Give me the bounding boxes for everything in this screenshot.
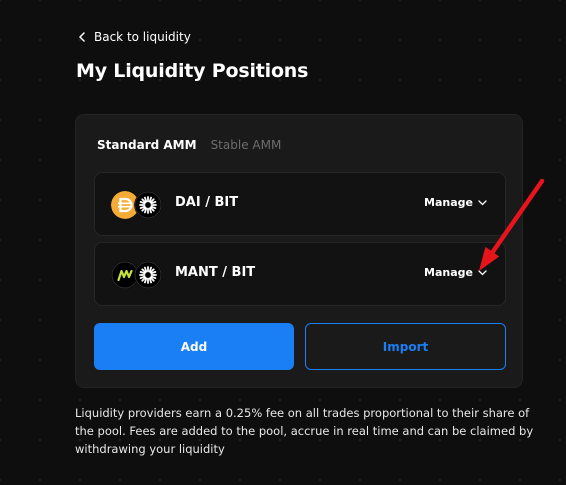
liquidity-fee-info: Liquidity providers earn a 0.25% fee on … — [75, 406, 534, 456]
tab-standard-amm[interactable]: Standard AMM — [97, 138, 197, 152]
tab-stable-amm[interactable]: Stable AMM — [211, 138, 282, 152]
token-pair-icons — [111, 191, 163, 219]
bit-icon — [134, 191, 162, 219]
manage-label: Manage — [424, 266, 473, 279]
add-button[interactable]: Add — [94, 323, 294, 370]
manage-label: Manage — [424, 196, 473, 209]
position-row-dai-bit: DAI / BIT Manage — [94, 172, 506, 236]
token-pair-icons — [111, 261, 163, 289]
manage-button[interactable]: Manage — [424, 196, 487, 209]
import-button[interactable]: Import — [305, 323, 506, 370]
chevron-left-icon — [79, 32, 85, 42]
pair-label: DAI / BIT — [175, 195, 239, 210]
liquidity-card: Standard AMM Stable AMM DAI / BIT Manage… — [75, 114, 523, 388]
manage-button[interactable]: Manage — [424, 266, 487, 279]
back-link-label: Back to liquidity — [94, 30, 191, 44]
bit-icon — [134, 261, 162, 289]
back-to-liquidity-link[interactable]: Back to liquidity — [79, 29, 191, 45]
amm-tabs: Standard AMM Stable AMM — [97, 138, 281, 152]
position-row-mant-bit: MANT / BIT Manage — [94, 242, 506, 306]
chevron-down-icon — [478, 199, 487, 205]
page-title: My Liquidity Positions — [76, 60, 309, 82]
chevron-down-icon — [478, 269, 487, 275]
pair-label: MANT / BIT — [175, 265, 256, 280]
